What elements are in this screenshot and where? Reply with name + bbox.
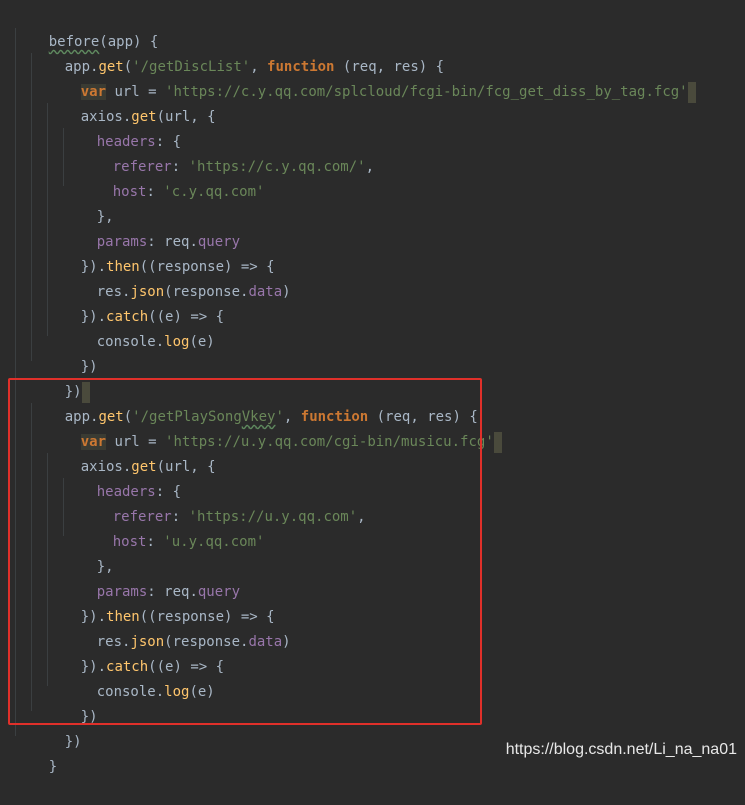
token-property: host xyxy=(112,184,147,200)
code-line[interactable]: }).catch((e) => { xyxy=(47,280,224,325)
code-line[interactable]: axios.get(url, { xyxy=(47,80,216,125)
caret-highlight xyxy=(687,81,696,103)
token: }) xyxy=(64,734,82,750)
highlight-annotation-box xyxy=(8,378,482,725)
code-line[interactable]: params: req.query xyxy=(63,205,240,250)
code-line[interactable]: }, xyxy=(63,180,114,225)
code-line[interactable]: }).then((response) => { xyxy=(47,230,275,275)
token-string: 'https://c.y.qq.com/splcloud/fcgi-bin/fc… xyxy=(165,84,688,100)
token: ) xyxy=(282,284,291,300)
token: (e) xyxy=(189,334,215,350)
token-string: 'c.y.qq.com' xyxy=(163,184,265,200)
token-method: log xyxy=(164,334,190,350)
token: , xyxy=(365,159,375,175)
token: console. xyxy=(96,334,165,350)
code-line[interactable]: before(app) { xyxy=(15,5,159,50)
code-line[interactable]: referer: 'https://c.y.qq.com/', xyxy=(79,130,374,175)
watermark: https://blog.csdn.net/Li_na_na01 xyxy=(505,741,737,758)
code-line[interactable]: console.log(e) xyxy=(63,305,215,350)
code-line[interactable]: }) xyxy=(47,330,98,375)
token: : xyxy=(146,184,164,200)
caret-highlight xyxy=(493,431,502,453)
code-line[interactable]: }) xyxy=(31,355,90,403)
code-line[interactable]: var url = 'https://c.y.qq.com/splcloud/f… xyxy=(47,55,696,103)
code-line[interactable]: res.json(response.data) xyxy=(63,255,291,300)
code-line[interactable]: host: 'c.y.qq.com' xyxy=(79,155,265,200)
code-line[interactable]: app.get('/getDiscList', function (req, r… xyxy=(31,30,444,75)
code-line[interactable]: } xyxy=(15,730,57,775)
token-property: data xyxy=(248,284,283,300)
code-line[interactable]: headers: { xyxy=(63,105,181,150)
code-editor[interactable]: before(app) { app.get('/getDiscList', fu… xyxy=(0,0,745,775)
token: } xyxy=(48,759,58,775)
